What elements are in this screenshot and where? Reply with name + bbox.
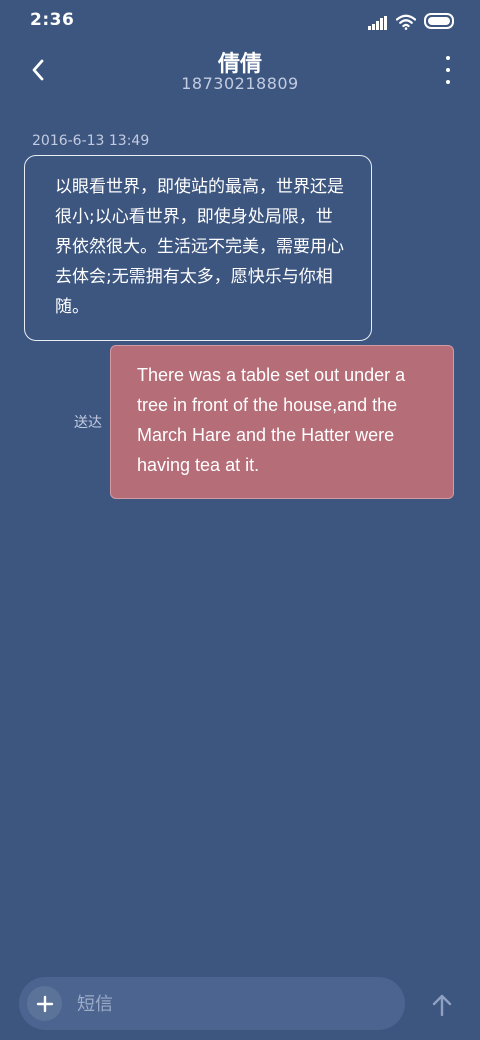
battery-icon [424, 13, 454, 29]
arrow-up-icon [432, 994, 452, 1016]
status-icons [368, 12, 454, 30]
send-button[interactable] [428, 990, 456, 1020]
sent-message-bubble[interactable]: There was a table set out under a tree i… [110, 345, 454, 499]
compose-bar [19, 977, 405, 1030]
received-message-bubble[interactable]: 以眼看世界，即使站的最高，世界还是很小;以心看世界，即使身处局限，世界依然很大。… [24, 155, 372, 341]
delivery-status: 送达 [74, 415, 102, 431]
contact-phone-number: 18730218809 [181, 74, 299, 93]
more-options-button[interactable] [438, 56, 458, 84]
message-input[interactable] [75, 985, 389, 1024]
status-time: 2:36 [30, 10, 75, 30]
more-vertical-icon [446, 56, 450, 60]
plus-icon [36, 995, 53, 1012]
signal-icon [368, 16, 388, 30]
message-timestamp: 2016-6-13 13:49 [32, 133, 150, 149]
status-bar: 2:36 [0, 0, 480, 40]
wifi-icon [396, 14, 416, 30]
add-attachment-button[interactable] [27, 986, 62, 1021]
conversation-header: 倩倩 18730218809 [0, 40, 480, 100]
